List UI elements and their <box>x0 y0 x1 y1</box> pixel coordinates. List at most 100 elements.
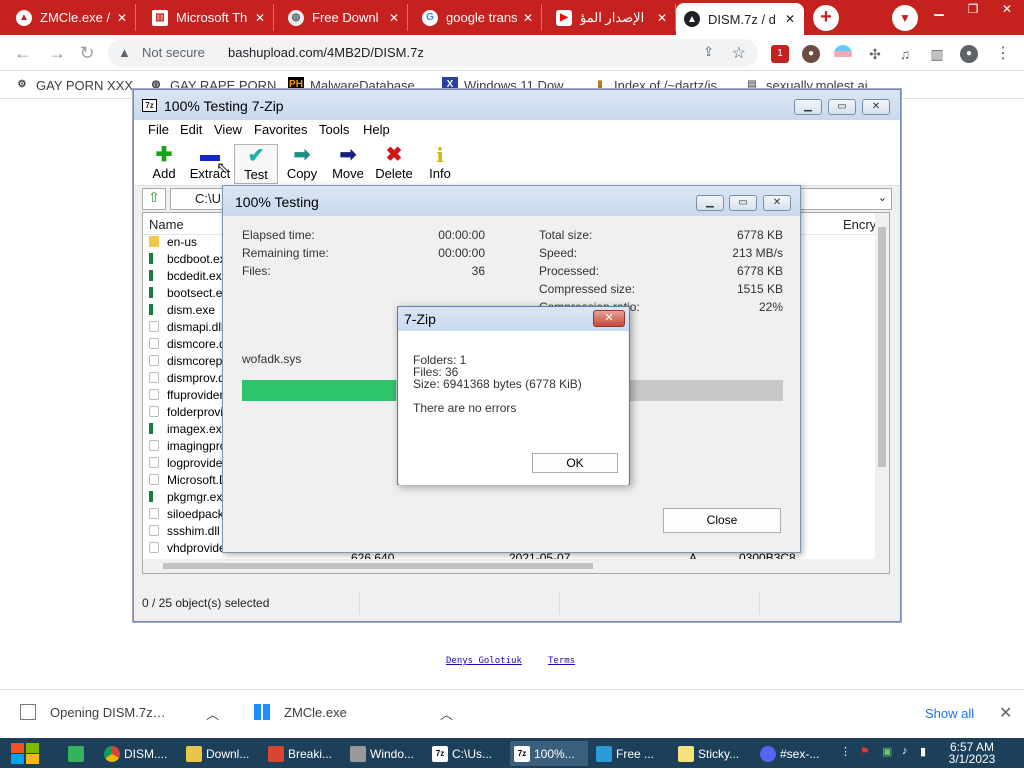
tab-zmcle[interactable]: ▲ ZMCle.exe / ✕ <box>8 4 136 31</box>
share-icon[interactable]: ⇪ <box>703 44 714 60</box>
taskbar-windows[interactable]: Windo... <box>346 741 424 766</box>
new-tab-button[interactable]: + <box>813 5 839 31</box>
restore-button[interactable]: ❐ <box>956 0 990 20</box>
file-row[interactable]: en-us <box>149 235 197 252</box>
close-button[interactable]: ✕ <box>763 195 791 211</box>
menu-file[interactable]: File <box>148 122 169 137</box>
profile-icon[interactable]: ● <box>960 45 978 63</box>
chevron-up-icon[interactable]: ︿ <box>206 704 219 723</box>
kebab-menu-icon[interactable]: ⋮ <box>840 745 851 758</box>
close-icon[interactable]: ✕ <box>523 11 533 25</box>
taskbar-chrome[interactable]: DISM.... <box>100 741 178 766</box>
bookmark-star-icon[interactable]: ☆ <box>732 43 746 63</box>
close-button[interactable]: ✕ <box>862 99 890 115</box>
menu-help[interactable]: Help <box>363 122 390 137</box>
tab-google-translate[interactable]: G google trans ✕ <box>414 4 542 31</box>
copy-button[interactable]: ➡ Copy <box>280 144 324 184</box>
file-row[interactable]: dismapi.dll <box>149 320 224 337</box>
file-row[interactable]: bcdedit.ex <box>149 269 222 286</box>
maximize-button[interactable]: ▭ <box>729 195 757 211</box>
scroll-thumb[interactable] <box>878 227 886 467</box>
close-icon[interactable]: ✕ <box>785 12 795 26</box>
download-item[interactable]: Opening DISM.7z… <box>20 704 166 720</box>
delete-button[interactable]: ✖ Delete <box>372 144 416 184</box>
close-icon[interactable]: ✕ <box>999 703 1012 723</box>
file-row[interactable]: pkgmgr.ex <box>149 490 222 507</box>
vertical-scrollbar[interactable] <box>875 213 889 573</box>
minimize-button[interactable]: ▁ <box>696 195 724 211</box>
file-row[interactable]: ssshim.dll <box>149 524 220 541</box>
minimize-button[interactable]: ▁ <box>922 0 956 20</box>
close-button[interactable]: Close <box>663 508 781 533</box>
flag-extension-icon[interactable] <box>834 45 852 63</box>
close-icon[interactable]: ✕ <box>657 11 667 25</box>
extension-avatar-icon[interactable]: ● <box>802 45 820 63</box>
file-row[interactable]: logprovide <box>149 456 222 473</box>
volume-icon[interactable]: ♪ <box>902 745 908 757</box>
info-button[interactable]: i Info <box>418 144 462 184</box>
menu-edit[interactable]: Edit <box>180 122 202 137</box>
system-clock[interactable]: 6:57 AM 3/1/2023 <box>936 741 1008 765</box>
url-text[interactable]: bashupload.com/4MB2D/DISM.7z <box>228 45 424 60</box>
dialog-titlebar[interactable]: 100% Testing ▁ ▭ ✕ <box>223 186 800 216</box>
taskbar-free[interactable]: Free ... <box>592 741 670 766</box>
bookmark-item[interactable]: ⚙ GAY PORN XXX <box>14 77 134 93</box>
reload-button[interactable]: ↻ <box>76 43 98 63</box>
tab-search-button[interactable]: ▼ <box>892 5 918 31</box>
column-name[interactable]: Name <box>149 217 184 232</box>
omnibox[interactable]: ▲ Not secure bashupload.com/4MB2D/DISM.7… <box>108 39 758 67</box>
file-row[interactable]: bootsect.e <box>149 286 222 303</box>
add-button[interactable]: ✚ Add <box>142 144 186 184</box>
download-item[interactable]: ZMCle.exe <box>254 704 347 720</box>
menu-view[interactable]: View <box>214 122 242 137</box>
file-row[interactable]: bcdboot.ex <box>149 252 226 269</box>
side-panel-icon[interactable]: ▥ <box>928 45 946 63</box>
close-icon[interactable]: ✕ <box>117 11 127 25</box>
move-button[interactable]: ➡ Move <box>326 144 370 184</box>
scroll-thumb[interactable] <box>163 563 593 569</box>
test-button[interactable]: ✔ Test <box>234 144 278 184</box>
puzzle-icon[interactable]: ✣ <box>866 45 884 63</box>
dialog-titlebar[interactable]: 7-Zip ✕ <box>398 307 629 331</box>
file-row[interactable]: dismcore.d <box>149 337 226 354</box>
tab-dism-active[interactable]: ▲ DISM.7z / d ✕ <box>676 3 804 35</box>
minimize-button[interactable]: ▁ <box>794 99 822 115</box>
tab-free-download[interactable]: ◍ Free Downl ✕ <box>280 4 408 31</box>
taskbar-breaking[interactable]: Breaki... <box>264 741 342 766</box>
taskbar-sticky[interactable]: Sticky... <box>674 741 752 766</box>
back-button[interactable]: ← <box>12 43 34 63</box>
file-row[interactable]: dism.exe <box>149 303 215 320</box>
file-row[interactable]: imagingpro <box>149 439 226 456</box>
column-encrypted[interactable]: Encry <box>843 217 876 232</box>
taskbar-downloads[interactable]: Downl... <box>182 741 260 766</box>
file-row[interactable]: folderprovi <box>149 405 223 422</box>
extension-badge-icon[interactable]: 1 <box>771 45 789 63</box>
taskbar-7zip-folder[interactable]: 7z C:\Us... <box>428 741 506 766</box>
ok-button[interactable]: OK <box>532 453 618 473</box>
author-link[interactable]: Denys Golotiuk <box>446 656 522 666</box>
file-row[interactable]: siloedpack <box>149 507 224 524</box>
file-row[interactable]: Microsoft.D <box>149 473 228 490</box>
close-button[interactable]: ✕ <box>593 310 625 327</box>
media-controls-icon[interactable]: ♫ <box>896 45 914 63</box>
file-row[interactable]: imagex.exe <box>149 422 228 439</box>
file-row[interactable]: ffuprovider <box>149 388 223 405</box>
menu-favorites[interactable]: Favorites <box>254 122 307 137</box>
menu-tools[interactable]: Tools <box>319 122 349 137</box>
file-row[interactable]: dismcoreps <box>149 354 228 371</box>
maximize-button[interactable]: ▭ <box>828 99 856 115</box>
tab-microsoft[interactable]: ▥ Microsoft Th ✕ <box>144 4 274 31</box>
battery-icon[interactable]: ▮ <box>920 745 926 758</box>
flag-icon[interactable]: ⚑ <box>860 745 870 758</box>
taskbar-sheets[interactable] <box>64 741 94 766</box>
up-folder-button[interactable]: ⇧ <box>142 188 166 210</box>
chevron-down-icon[interactable]: ⌄ <box>878 191 887 204</box>
chevron-up-icon[interactable]: ︿ <box>440 704 453 723</box>
windows-start-icon[interactable] <box>8 741 44 766</box>
show-all-link[interactable]: Show all <box>925 706 974 721</box>
close-window-button[interactable]: ✕ <box>990 0 1024 20</box>
horizontal-scrollbar[interactable] <box>143 559 877 573</box>
close-icon[interactable]: ✕ <box>255 11 265 25</box>
taskbar-7zip-testing[interactable]: 7z 100%... <box>510 741 588 766</box>
file-row[interactable]: dismprov.d <box>149 371 225 388</box>
